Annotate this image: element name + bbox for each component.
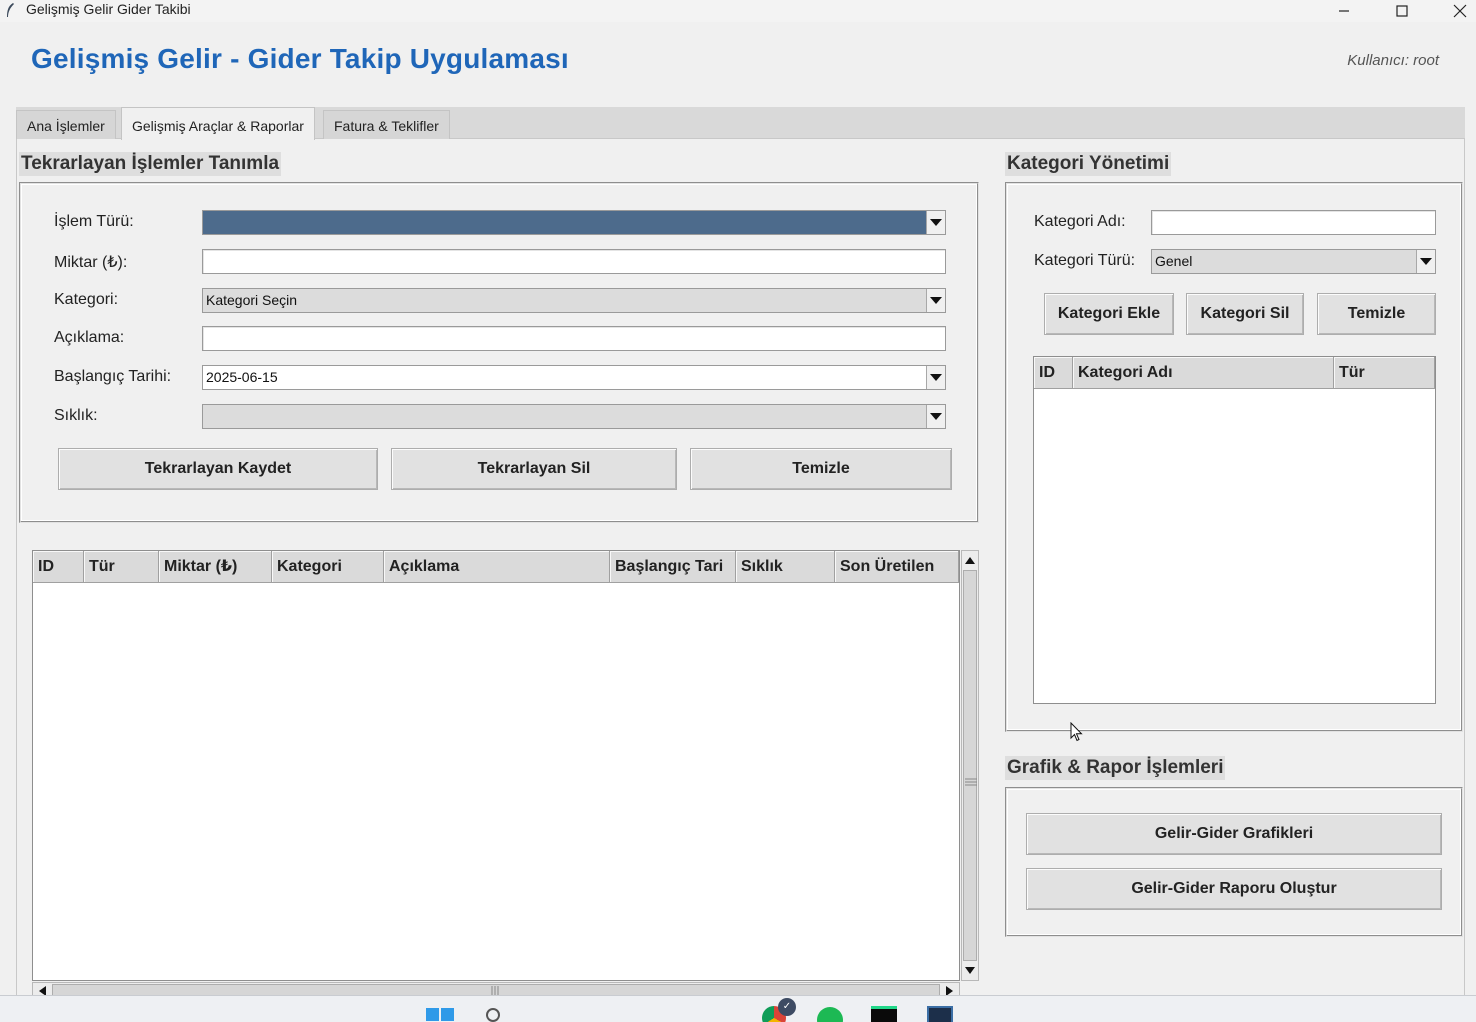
category-name-label: Kategori Adı:: [1034, 213, 1126, 230]
column-header-description[interactable]: Açıklama: [384, 551, 610, 583]
clear-recurring-button[interactable]: Temizle: [690, 448, 952, 490]
scroll-up-icon[interactable]: [962, 551, 978, 569]
delete-recurring-button[interactable]: Tekrarlayan Sil: [391, 448, 677, 490]
chevron-down-icon[interactable]: [926, 211, 945, 234]
category-type-combobox[interactable]: Genel: [1151, 249, 1436, 274]
column-header-last-generated[interactable]: Son Üretilen: [835, 551, 959, 583]
notification-badge-icon: ✓: [778, 998, 796, 1016]
recurring-section-title: Tekrarlayan İşlemler Tanımla: [19, 152, 282, 176]
start-date-picker[interactable]: 2025-06-15: [202, 365, 946, 390]
windows-start-icon[interactable]: [426, 1008, 454, 1022]
category-type-value: Genel: [1155, 253, 1193, 269]
category-type-label: Kategori Türü:: [1034, 252, 1136, 269]
minimize-icon: [1339, 10, 1349, 12]
user-label: Kullanıcı: root: [1347, 52, 1439, 69]
maximize-button[interactable]: [1379, 0, 1425, 22]
category-name-input[interactable]: [1151, 210, 1436, 235]
save-recurring-button[interactable]: Tekrarlayan Kaydet: [58, 448, 378, 490]
reports-frame: [1005, 787, 1463, 937]
create-report-button[interactable]: Gelir-Gider Raporu Oluştur: [1026, 868, 1442, 910]
tab-invoices-quotes[interactable]: Fatura & Teklifler: [323, 110, 450, 140]
delete-category-button[interactable]: Kategori Sil: [1186, 293, 1304, 335]
description-input[interactable]: [202, 326, 946, 351]
recurring-table[interactable]: ID Tür Miktar (₺) Kategori Açıklama Başl…: [32, 550, 960, 981]
search-icon[interactable]: [486, 1008, 500, 1022]
column-header-frequency[interactable]: Sıklık: [736, 551, 835, 583]
scroll-down-icon[interactable]: [962, 962, 978, 980]
spotify-icon[interactable]: [817, 1007, 843, 1022]
column-header-type[interactable]: Tür: [1334, 357, 1435, 389]
column-header-id[interactable]: ID: [1034, 357, 1073, 389]
page-title: Gelişmiş Gelir - Gider Takip Uygulaması: [31, 43, 569, 74]
window-title: Gelişmiş Gelir Gider Takibi: [26, 1, 191, 17]
category-combobox-value: Kategori Seçin: [206, 292, 298, 308]
amount-input[interactable]: [202, 249, 946, 274]
tab-advanced-tools-reports[interactable]: Gelişmiş Araçlar & Raporlar: [121, 107, 315, 140]
category-label: Kategori:: [54, 291, 119, 308]
chevron-down-icon[interactable]: [926, 289, 945, 312]
start-date-label: Başlangıç Tarihi:: [54, 368, 172, 385]
description-label: Açıklama:: [54, 329, 125, 346]
terminal-icon[interactable]: [927, 1006, 953, 1022]
pycharm-icon[interactable]: [871, 1006, 897, 1022]
column-header-id[interactable]: ID: [33, 551, 84, 583]
column-header-start-date[interactable]: Başlangıç Tari: [610, 551, 736, 583]
close-button[interactable]: [1437, 0, 1476, 22]
chevron-down-icon[interactable]: [926, 366, 945, 389]
chevron-down-icon[interactable]: [926, 405, 945, 428]
add-category-button[interactable]: Kategori Ekle: [1044, 293, 1174, 335]
frequency-label: Sıklık:: [54, 407, 98, 424]
category-combobox[interactable]: Kategori Seçin: [202, 288, 946, 313]
taskbar: ✓: [0, 995, 1476, 1022]
charts-button[interactable]: Gelir-Gider Grafikleri: [1026, 813, 1442, 855]
category-table[interactable]: ID Kategori Adı Tür: [1033, 356, 1436, 704]
column-header-amount[interactable]: Miktar (₺): [159, 551, 272, 583]
minimize-button[interactable]: [1321, 0, 1367, 22]
category-section-title: Kategori Yönetimi: [1005, 152, 1172, 176]
column-header-category-name[interactable]: Kategori Adı: [1073, 357, 1334, 389]
title-bar: [0, 0, 1476, 22]
maximize-icon: [1396, 5, 1408, 17]
amount-label: Miktar (₺):: [54, 254, 128, 271]
tab-main-operations[interactable]: Ana İşlemler: [16, 110, 116, 140]
vscroll-thumb[interactable]: [963, 570, 977, 961]
transaction-type-label: İşlem Türü:: [54, 213, 134, 230]
reports-section-title: Grafik & Rapor İşlemleri: [1005, 756, 1226, 780]
column-header-type[interactable]: Tür: [84, 551, 159, 583]
mouse-cursor-icon: [1070, 722, 1083, 742]
clear-category-button[interactable]: Temizle: [1317, 293, 1436, 335]
column-header-category[interactable]: Kategori: [272, 551, 384, 583]
feather-icon: [7, 3, 14, 17]
recurring-table-vscrollbar[interactable]: [961, 550, 979, 981]
frequency-combobox[interactable]: [202, 404, 946, 429]
chevron-down-icon[interactable]: [1416, 250, 1435, 273]
close-icon: [1453, 4, 1467, 18]
start-date-value: 2025-06-15: [206, 369, 278, 385]
transaction-type-combobox[interactable]: [202, 210, 946, 235]
